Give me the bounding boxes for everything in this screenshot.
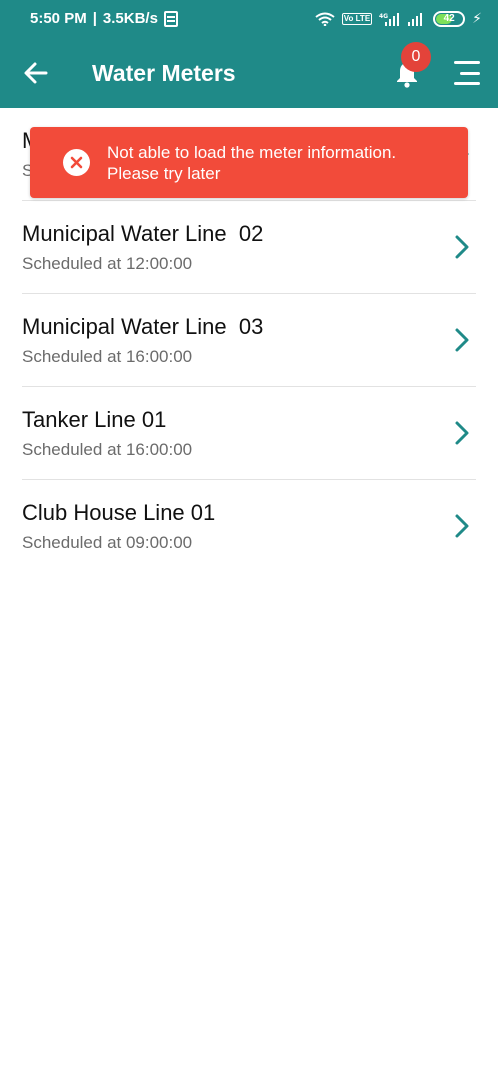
page-title: Water Meters	[92, 60, 236, 86]
app-bar: Water Meters 0	[0, 37, 498, 108]
notification-badge[interactable]: 0	[401, 42, 431, 72]
network-speed: 3.5KB/s	[102, 10, 158, 27]
error-message: Not able to load the meter information. …	[107, 143, 397, 183]
status-left: 5:50 PM | 3.5KB/s	[30, 10, 178, 27]
meter-schedule: Scheduled at 16:00:00	[22, 347, 193, 366]
status-separator: |	[92, 10, 97, 27]
signal-4g-icon: 4G	[379, 12, 400, 26]
meter-row[interactable]: Tanker Line 01 Scheduled at 16:00:00	[22, 387, 476, 480]
meter-schedule: Scheduled at 16:00:00	[22, 440, 193, 459]
meter-row[interactable]: Municipal Water Line 03 Scheduled at 16:…	[22, 294, 476, 387]
battery-icon: 42	[433, 10, 466, 27]
sim-storage-icon	[163, 10, 178, 27]
menu-line-icon	[460, 71, 480, 75]
meter-schedule: Scheduled at 09:00:00	[22, 533, 193, 552]
arrow-left-icon	[24, 62, 48, 84]
chevron-right-icon	[455, 328, 469, 352]
menu-line-icon	[454, 61, 480, 64]
meter-name: Municipal Water Line 02	[22, 221, 264, 246]
menu-button[interactable]	[452, 61, 480, 85]
back-button[interactable]	[20, 57, 52, 89]
status-time: 5:50 PM	[30, 10, 87, 27]
chevron-right-icon	[455, 421, 469, 445]
meter-name: Club House Line 01	[22, 500, 216, 525]
status-bar: 5:50 PM | 3.5KB/s Vo LTE 4G 42 ⚡	[0, 0, 498, 37]
error-circle-x-icon	[63, 149, 90, 176]
net-type-label: 4G	[379, 13, 388, 20]
menu-line-icon	[454, 82, 480, 85]
charging-icon: ⚡	[472, 10, 482, 26]
meter-schedule: Scheduled at 12:00:00	[22, 254, 193, 273]
chevron-right-icon	[455, 514, 469, 538]
battery-level: 42	[443, 13, 455, 24]
wifi-icon	[315, 12, 335, 26]
meter-name: Tanker Line 01	[22, 407, 167, 432]
error-toast[interactable]: Not able to load the meter information. …	[30, 127, 468, 198]
meter-row[interactable]: Municipal Water Line 02 Scheduled at 12:…	[22, 201, 476, 294]
signal-icon	[408, 12, 423, 26]
chevron-right-icon	[455, 235, 469, 259]
meter-row[interactable]: Club House Line 01 Scheduled at 09:00:00	[22, 480, 476, 573]
status-right: Vo LTE 4G 42 ⚡	[315, 10, 482, 27]
meter-name: Municipal Water Line 03	[22, 314, 264, 339]
volte-icon: Vo LTE	[341, 12, 373, 25]
close-x-icon	[70, 156, 83, 169]
